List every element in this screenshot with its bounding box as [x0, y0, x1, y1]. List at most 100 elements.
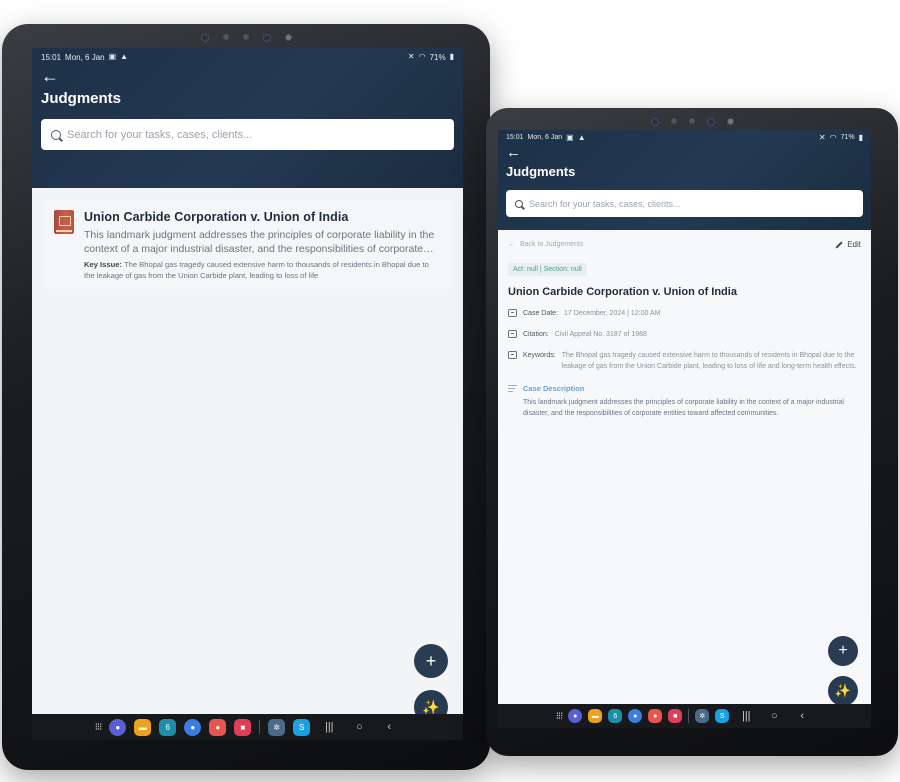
home-key-icon[interactable]: ○	[348, 721, 370, 733]
screen: 15:01 Mon, 6 Jan ▣ ▲ ✕ ◠ 71% ▮ ← Judgmen…	[498, 130, 871, 728]
dock-divider	[688, 709, 690, 723]
add-button[interactable]: +	[828, 636, 858, 666]
search-placeholder: Search for your tasks, cases, clients...	[529, 198, 681, 209]
battery-level: 71%	[840, 134, 855, 141]
camera-icon	[200, 34, 209, 42]
search-input[interactable]: Search for your tasks, cases, clients...	[41, 119, 454, 150]
camera-icon	[706, 118, 715, 126]
image-notification-icon: ▣	[108, 52, 117, 61]
case-description-text: This landmark judgment addresses the pri…	[523, 399, 844, 417]
settings-app-icon[interactable]: ✲	[695, 709, 710, 723]
internet-app-icon[interactable]: ●	[109, 718, 127, 736]
recents-key-icon[interactable]: |||	[735, 710, 757, 722]
sensor-icon	[242, 34, 249, 40]
judgment-title: Union Carbide Corporation v. Union of In…	[84, 210, 349, 224]
back-to-judgements-link[interactable]: ← Back to Judgements	[508, 241, 583, 248]
edit-label: Edit	[847, 240, 861, 249]
status-time: 15:01	[506, 134, 524, 141]
status-date: Mon, 6 Jan	[527, 134, 563, 141]
edit-button[interactable]: Edit	[835, 240, 861, 249]
home-key-icon[interactable]: ○	[763, 710, 785, 722]
camera-icon	[650, 118, 659, 126]
battery-icon: ▮	[858, 132, 863, 142]
wifi-icon: ◠	[418, 52, 426, 61]
system-nav-bar: ⁝⁝⁝ ● ▬ 6 ● ● ■ ✲ S ||| ○ ‹	[32, 714, 463, 740]
system-nav-bar: ⁝⁝⁝ ● ▬ 6 ● ● ■ ✲ S ||| ○ ‹	[498, 704, 871, 728]
front-cameras	[2, 34, 490, 42]
status-date: Mon, 6 Jan	[65, 52, 105, 62]
warning-icon: ▲	[577, 132, 586, 142]
judgment-key-issue: Key Issue: The Bhopal gas tragedy caused…	[84, 259, 441, 281]
citation-label: Citation:	[523, 331, 549, 338]
battery-level: 71%	[429, 52, 446, 62]
skype-app-icon[interactable]: S	[715, 709, 730, 723]
citation-value: Civil Appeal No. 3187 of 1988	[554, 331, 647, 338]
contacts-app-icon[interactable]: ●	[648, 709, 663, 723]
app-drawer-icon[interactable]: ⁝⁝⁝	[95, 722, 102, 733]
keywords-value: The Bhopal gas tragedy caused extensive …	[561, 352, 857, 370]
back-arrow-icon: ←	[508, 241, 515, 248]
calendar-app-icon[interactable]: 6	[608, 709, 623, 723]
screen-recorder-app-icon[interactable]: ■	[668, 709, 683, 723]
page-title: Judgments	[506, 164, 576, 179]
files-app-icon[interactable]: ▬	[134, 718, 152, 736]
back-key-icon[interactable]: ‹	[791, 710, 813, 722]
warning-icon: ▲	[120, 52, 129, 61]
messages-app-icon[interactable]: ●	[184, 718, 202, 736]
status-bar: 15:01 Mon, 6 Jan ▣ ▲ ✕ ◠ 71% ▮	[506, 130, 863, 142]
settings-app-icon[interactable]: ✲	[268, 718, 286, 736]
search-input[interactable]: Search for your tasks, cases, clients...	[506, 190, 863, 217]
screen-recorder-app-icon[interactable]: ■	[234, 718, 252, 736]
add-button[interactable]: +	[414, 644, 448, 678]
pencil-icon	[835, 240, 843, 249]
key-issue-text: The Bhopal gas tragedy caused extensive …	[84, 260, 429, 280]
search-icon	[515, 199, 523, 208]
keywords-label: Keywords:	[523, 352, 556, 359]
back-arrow-icon[interactable]: ←	[41, 66, 454, 86]
tablet-list-view: 15:01 Mon, 6 Jan ▣ ▲ ✕ ◠ 71% ▮ ← Judgmen…	[2, 24, 490, 770]
recents-key-icon[interactable]: |||	[318, 721, 340, 733]
front-cameras	[486, 118, 898, 126]
judgment-card[interactable]: Union Carbide Corporation v. Union of In…	[44, 200, 451, 289]
case-description-label: Case Description	[523, 384, 585, 393]
calendar-app-icon[interactable]: 6	[159, 718, 177, 736]
key-issue-label: Key Issue:	[84, 260, 122, 269]
judgment-detail: ← Back to Judgements Edit Act: null | Se…	[498, 230, 871, 728]
camera-icon	[262, 34, 271, 42]
citation-row: Citation: Civil Appeal No. 3187 of 1988	[508, 329, 861, 340]
app-header: 15:01 Mon, 6 Jan ▣ ▲ ✕ ◠ 71% ▮ ← Judgmen…	[498, 130, 871, 230]
status-bar: 15:01 Mon, 6 Jan ▣ ▲ ✕ ◠ 71% ▮	[41, 48, 454, 62]
sensor-icon	[222, 34, 229, 40]
keywords-icon	[508, 351, 517, 359]
keywords-row: Keywords: The Bhopal gas tragedy caused …	[508, 350, 861, 372]
case-description-heading: Case Description	[508, 384, 861, 394]
sensor-icon	[688, 118, 695, 124]
wifi-icon: ◠	[829, 132, 837, 142]
case-date-value: 17 December, 2024 | 12:00 AM	[564, 310, 661, 317]
skype-app-icon[interactable]: S	[293, 718, 311, 736]
back-key-icon[interactable]: ‹	[378, 721, 400, 733]
screen: 15:01 Mon, 6 Jan ▣ ▲ ✕ ◠ 71% ▮ ← Judgmen…	[32, 48, 463, 740]
image-notification-icon: ▣	[566, 132, 574, 142]
battery-icon: ▮	[449, 52, 454, 61]
app-drawer-icon[interactable]: ⁝⁝⁝	[556, 711, 563, 722]
tablet-detail-view: 15:01 Mon, 6 Jan ▣ ▲ ✕ ◠ 71% ▮ ← Judgmen…	[486, 108, 898, 756]
ai-sparkle-button[interactable]: ✨	[828, 676, 858, 706]
sensor-icon	[284, 34, 292, 41]
citation-icon	[508, 330, 517, 338]
calendar-icon	[508, 309, 517, 317]
description-lines-icon	[508, 385, 517, 394]
search-icon	[51, 129, 61, 140]
back-arrow-icon[interactable]: ←	[506, 144, 863, 161]
contacts-app-icon[interactable]: ●	[209, 718, 227, 736]
files-app-icon[interactable]: ▬	[588, 709, 603, 723]
internet-app-icon[interactable]: ●	[568, 709, 583, 723]
app-header: 15:01 Mon, 6 Jan ▣ ▲ ✕ ◠ 71% ▮ ← Judgmen…	[32, 48, 463, 188]
act-section-badge: Act: null | Section: null	[508, 263, 587, 276]
messages-app-icon[interactable]: ●	[628, 709, 643, 723]
search-placeholder: Search for your tasks, cases, clients...	[67, 128, 253, 141]
mute-icon: ✕	[818, 132, 826, 142]
mute-icon: ✕	[407, 52, 415, 61]
case-date-row: Case Date: 17 December, 2024 | 12:00 AM	[508, 308, 861, 319]
detail-title: Union Carbide Corporation v. Union of In…	[508, 286, 737, 298]
